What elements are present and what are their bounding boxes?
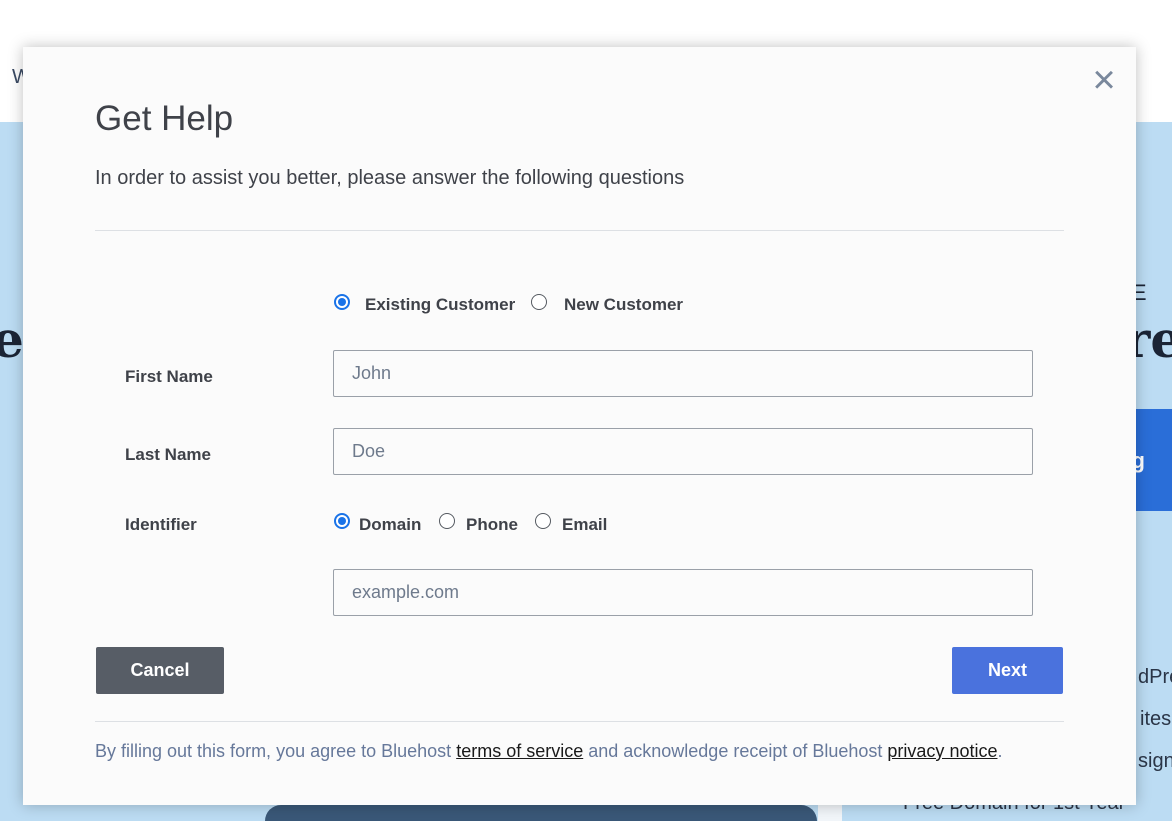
footer-text-before: By filling out this form, you agree to B… <box>95 741 457 761</box>
get-help-modal: × Get Help In order to assist you better… <box>23 47 1136 805</box>
last-name-label: Last Name <box>125 445 211 464</box>
new-customer-radio[interactable] <box>531 294 547 310</box>
existing-customer-label[interactable]: Existing Customer <box>365 295 515 315</box>
first-name-label: First Name <box>125 367 213 386</box>
modal-subtitle: In order to assist you better, please an… <box>95 167 685 189</box>
privacy-notice-link[interactable]: privacy notice <box>887 741 997 761</box>
header-divider <box>95 230 1064 231</box>
legal-footer: By filling out this form, you agree to B… <box>95 741 1003 762</box>
hero-headline-left-fragment: e <box>0 310 24 369</box>
footer-text-after: . <box>997 741 1003 761</box>
next-button[interactable]: Next <box>952 647 1063 694</box>
email-label[interactable]: Email <box>562 515 607 535</box>
hero-photo <box>265 805 817 821</box>
hero-cta-button[interactable]: ng <box>1118 409 1172 511</box>
feature-item: sign <box>1138 750 1172 772</box>
footer-divider <box>95 721 1064 722</box>
terms-of-service-link[interactable]: terms of service <box>456 741 583 761</box>
last-name-input[interactable] <box>333 428 1033 475</box>
new-customer-label[interactable]: New Customer <box>564 295 683 315</box>
identifier-label: Identifier <box>125 515 197 534</box>
close-icon[interactable]: × <box>1087 60 1121 100</box>
hero-photo-edge <box>818 805 842 821</box>
existing-customer-radio[interactable] <box>334 294 350 310</box>
feature-item: ites <box>1140 708 1172 730</box>
phone-radio[interactable] <box>439 513 455 529</box>
identifier-input[interactable] <box>333 569 1033 616</box>
email-radio[interactable] <box>535 513 551 529</box>
first-name-input[interactable] <box>333 350 1033 397</box>
phone-label[interactable]: Phone <box>466 515 518 535</box>
modal-title: Get Help <box>95 99 234 138</box>
domain-radio[interactable] <box>334 513 350 529</box>
feature-item: dPre <box>1138 666 1172 688</box>
domain-label[interactable]: Domain <box>359 515 421 535</box>
cancel-button[interactable]: Cancel <box>96 647 224 694</box>
footer-text-middle: and acknowledge receipt of Bluehost <box>583 741 888 761</box>
